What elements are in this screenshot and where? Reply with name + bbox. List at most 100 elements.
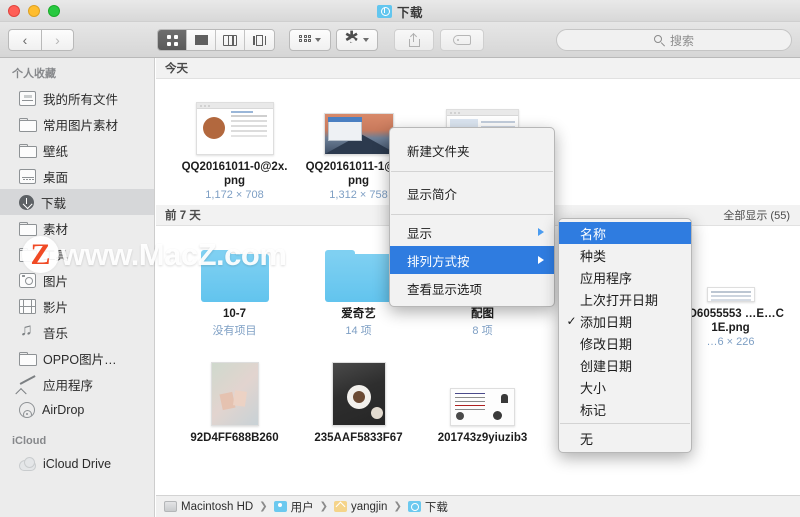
sidebar-item-movies[interactable]: 影片 xyxy=(0,293,154,319)
sidebar-item-icloud-drive[interactable]: iCloud Drive xyxy=(0,451,154,477)
column-view-button[interactable] xyxy=(216,30,245,50)
file-row: 92D4FF688B260 235AAF5833F67 201743z9yiuz… xyxy=(156,352,800,449)
folder-name: 配图 xyxy=(471,308,494,320)
sidebar-item-music[interactable]: 音乐 xyxy=(0,319,154,345)
sidebar-item-pictures[interactable]: 图片 xyxy=(0,267,154,293)
arrange-by-submenu[interactable]: 名称 种类 应用程序 上次打开日期 ✓ 添加日期 修改日期 创建日期 大小 标记… xyxy=(558,218,692,453)
context-menu[interactable]: 新建文件夹 显示简介 显示 排列方式按 查看显示选项 xyxy=(389,127,555,307)
file-dimensions: 1,312 × 758 xyxy=(329,189,388,201)
thumbnail xyxy=(706,234,755,302)
submenu-item-date-added[interactable]: ✓ 添加日期 xyxy=(559,310,691,332)
finder-window: 下载 ‹ › ✱ 搜索 个人收藏 我的所有文件 常用图片素材 壁纸 桌面 下载 … xyxy=(0,0,800,517)
submenu-item-label: 上次打开日期 xyxy=(580,292,659,308)
users-folder-icon xyxy=(273,501,287,512)
sidebar-item-wallpaper[interactable]: 壁纸 xyxy=(0,137,154,163)
folder-icon xyxy=(324,250,393,302)
airdrop-icon xyxy=(19,402,35,418)
list-view-button[interactable] xyxy=(187,30,216,50)
chevron-left-icon: ‹ xyxy=(22,32,28,48)
sidebar-item-label: 影片 xyxy=(43,300,69,315)
menu-item-get-info[interactable]: 显示简介 xyxy=(390,175,554,211)
menu-item-arrange-by[interactable]: 排列方式按 xyxy=(390,246,554,274)
submenu-item-date-modified[interactable]: 修改日期 xyxy=(559,332,691,354)
icon-view-button[interactable] xyxy=(158,30,187,50)
breadcrumb-downloads[interactable]: 下载 xyxy=(407,499,448,515)
sidebar-item-applications[interactable]: 应用程序 xyxy=(0,371,154,397)
sidebar-item-tools[interactable]: 工具 xyxy=(0,241,154,267)
menu-item-label: 显示简介 xyxy=(407,187,458,202)
back-button[interactable]: ‹ xyxy=(8,29,41,51)
file-item[interactable]: 10-7 没有项目 xyxy=(174,234,295,348)
breadcrumb-label: 下载 xyxy=(424,501,448,514)
thumbnail xyxy=(210,358,259,426)
sidebar-item-all-files[interactable]: 我的所有文件 xyxy=(0,85,154,111)
menu-item-label: 显示 xyxy=(407,226,433,241)
show-all-link[interactable]: 全部显示 (55) xyxy=(723,207,790,223)
file-item[interactable]: 201743z9yiuzib3 xyxy=(422,358,543,445)
submenu-item-size[interactable]: 大小 xyxy=(559,376,691,398)
submenu-item-name[interactable]: 名称 xyxy=(559,222,691,244)
breadcrumb-yangjin[interactable]: yangjin xyxy=(334,501,387,513)
sidebar-item-common-images[interactable]: 常用图片素材 xyxy=(0,111,154,137)
forward-button[interactable]: › xyxy=(41,29,74,51)
sidebar[interactable]: 个人收藏 我的所有文件 常用图片素材 壁纸 桌面 下载 素材 工具 图片 影片 … xyxy=(0,58,155,517)
sidebar-item-label: 我的所有文件 xyxy=(43,92,119,107)
share-icon xyxy=(408,32,420,47)
menu-item-show-view-options[interactable]: 查看显示选项 xyxy=(390,274,554,302)
music-icon xyxy=(19,321,36,340)
menu-separator xyxy=(391,214,553,215)
folder-icon xyxy=(19,143,37,158)
menu-item-view[interactable]: 显示 xyxy=(390,218,554,246)
sidebar-item-label: 常用图片素材 xyxy=(43,118,119,133)
file-item[interactable]: 235AAF5833F67 xyxy=(298,358,419,445)
submenu-arrow-icon xyxy=(538,256,544,264)
thumbnail xyxy=(323,87,394,155)
submenu-item-none[interactable]: 无 xyxy=(559,427,691,449)
menu-item-label: 查看显示选项 xyxy=(407,282,483,297)
submenu-arrow-icon xyxy=(538,228,544,236)
folder-count: 没有项目 xyxy=(212,325,257,337)
checkmark-icon: ✓ xyxy=(566,314,577,328)
tag-button[interactable] xyxy=(440,29,484,51)
sidebar-item-label: 应用程序 xyxy=(43,378,94,393)
sidebar-item-materials[interactable]: 素材 xyxy=(0,215,154,241)
harddisk-icon xyxy=(164,501,177,512)
thumbnail xyxy=(450,358,515,426)
breadcrumb-macintosh-hd[interactable]: Macintosh HD xyxy=(164,501,253,513)
file-name: 201743z9yiuzib3 xyxy=(437,432,528,444)
file-dimensions: 1,172 × 708 xyxy=(205,189,264,201)
submenu-item-tags[interactable]: 标记 xyxy=(559,398,691,420)
tag-icon xyxy=(453,35,471,45)
search-field[interactable]: 搜索 xyxy=(556,29,792,51)
title-bar: 下载 xyxy=(0,0,800,22)
image-thumbnail xyxy=(450,388,515,426)
sidebar-item-label: 音乐 xyxy=(43,326,69,341)
breadcrumb-users[interactable]: 用户 xyxy=(273,499,314,515)
submenu-item-label: 应用程序 xyxy=(580,270,633,286)
breadcrumb-label: 用户 xyxy=(290,501,314,514)
submenu-separator xyxy=(560,423,690,424)
coverflow-view-button[interactable] xyxy=(245,30,274,50)
all-files-icon xyxy=(19,90,36,106)
folder-count: 14 项 xyxy=(345,325,372,337)
submenu-item-label: 大小 xyxy=(580,380,607,396)
folder-name: 10-7 xyxy=(222,308,247,320)
submenu-item-application[interactable]: 应用程序 xyxy=(559,266,691,288)
section-title: 前 7 天 xyxy=(165,210,201,222)
share-button[interactable] xyxy=(394,29,434,51)
submenu-item-date-last-opened[interactable]: 上次打开日期 xyxy=(559,288,691,310)
breadcrumb-label: Macintosh HD xyxy=(181,500,254,513)
arrange-button[interactable] xyxy=(289,29,331,51)
submenu-item-date-created[interactable]: 创建日期 xyxy=(559,354,691,376)
sidebar-item-desktop[interactable]: 桌面 xyxy=(0,163,154,189)
list-icon xyxy=(194,35,208,45)
sidebar-item-oppo-pictures[interactable]: OPPO图片… xyxy=(0,345,154,371)
folder-icon xyxy=(19,351,37,366)
sidebar-item-airdrop[interactable]: AirDrop xyxy=(0,397,154,423)
submenu-item-kind[interactable]: 种类 xyxy=(559,244,691,266)
file-item[interactable]: 92D4FF688B260 xyxy=(174,358,295,445)
file-item[interactable]: QQ20161011-0@2x.png 1,172 × 708 xyxy=(174,87,295,201)
action-menu-button[interactable] xyxy=(336,29,378,51)
sidebar-item-downloads[interactable]: 下载 xyxy=(0,189,154,215)
menu-item-new-folder[interactable]: 新建文件夹 xyxy=(390,132,554,168)
